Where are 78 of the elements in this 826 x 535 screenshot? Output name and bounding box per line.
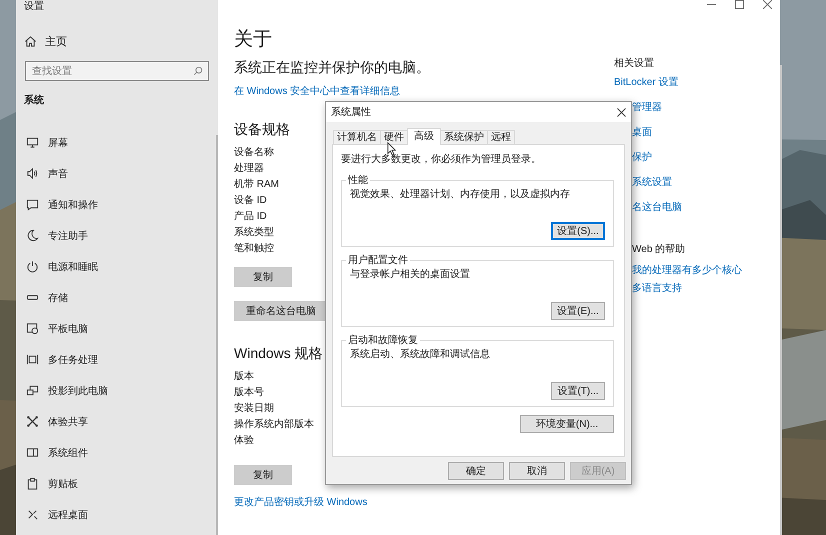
spec-label: 版本 xyxy=(234,370,255,384)
security-link[interactable]: 在 Windows 安全中心中查看详细信息 xyxy=(234,85,400,99)
sidebar-item[interactable]: 存储 xyxy=(26,282,68,313)
spec-label: 系统类型 xyxy=(234,226,275,240)
related-link[interactable]: BitLocker 设置 xyxy=(614,76,678,90)
spec-label: 设备 ID xyxy=(234,194,268,208)
dialog-title: 系统属性 xyxy=(331,106,371,119)
dialog-button[interactable]: 取消 xyxy=(509,462,565,480)
group-description: 视觉效果、处理器计划、内存使用，以及虚拟内存 xyxy=(350,188,571,202)
tab[interactable]: 计算机名 xyxy=(333,130,381,144)
spec-label: 安装日期 xyxy=(234,402,275,416)
home-icon xyxy=(24,34,37,48)
power-icon xyxy=(26,260,39,273)
sidebar-item[interactable]: 声音 xyxy=(26,158,68,189)
sidebar-item[interactable]: 多任务处理 xyxy=(26,344,98,375)
speaker-icon xyxy=(26,167,39,180)
settings-button[interactable]: 设置(E)... xyxy=(551,302,605,320)
multitask-icon xyxy=(26,353,39,366)
sidebar-item[interactable]: 远程桌面 xyxy=(26,499,88,530)
group-title: 用户配置文件 xyxy=(347,254,409,267)
share-icon xyxy=(26,415,39,428)
group-description: 与登录帐户相关的桌面设置 xyxy=(350,268,471,282)
notice-text: 要进行大多数更改，你必须作为管理员登录。 xyxy=(341,153,542,167)
tab[interactable]: 远程 xyxy=(487,130,515,144)
group-title: 启动和故障恢复 xyxy=(347,334,419,347)
spec-label: 笔和触控 xyxy=(234,242,275,256)
sidebar-item[interactable]: 屏幕 xyxy=(26,127,68,158)
action-button[interactable]: 重命名这台电脑 xyxy=(234,301,328,321)
spec-label: 操作系统内部版本 xyxy=(234,418,314,432)
section-title: 设备规格 xyxy=(234,120,290,139)
sidebar-item[interactable]: 体验共享 xyxy=(26,406,88,437)
projection-icon xyxy=(26,384,39,397)
home-link[interactable]: 主页 xyxy=(24,33,67,49)
moon-icon xyxy=(26,229,39,242)
copy-button[interactable]: 复制 xyxy=(234,465,292,485)
tab[interactable]: 系统保护 xyxy=(440,130,488,144)
group-title: 性能 xyxy=(346,174,369,187)
section-heading: 系统 xyxy=(24,94,45,107)
sidebar-item[interactable]: 投影到此电脑 xyxy=(26,375,108,406)
clipboard-icon xyxy=(26,477,39,490)
spec-label: 版本号 xyxy=(234,386,265,400)
search-field[interactable]: 查找设置 xyxy=(25,61,209,81)
sidebar-item[interactable]: 专注助手 xyxy=(26,220,88,251)
spec-label: 产品 ID xyxy=(234,210,268,224)
sidebar-item[interactable]: 平板电脑 xyxy=(26,313,88,344)
tab[interactable]: 高级 xyxy=(407,128,441,145)
sidebar-item[interactable]: 电源和睡眠 xyxy=(26,251,98,282)
related-heading: 相关设置 xyxy=(614,57,654,71)
close-icon[interactable] xyxy=(763,0,772,9)
spec-label: 处理器 xyxy=(234,162,265,176)
search-icon xyxy=(193,66,203,76)
help-heading: Web 的帮助 xyxy=(631,243,686,257)
section-title: Windows 规格 xyxy=(234,344,323,363)
sidebar-item[interactable]: 通知和操作 xyxy=(26,189,98,220)
settings-button[interactable]: 设置(T)... xyxy=(551,382,605,400)
tablet-icon xyxy=(26,322,39,335)
page-title: 关于 xyxy=(234,28,272,52)
maximize-icon[interactable] xyxy=(735,0,744,9)
upgrade-link[interactable]: 更改产品密钥或升级 Windows xyxy=(234,496,368,510)
action-button[interactable]: 复制 xyxy=(234,267,292,287)
window-title: 设置 xyxy=(24,0,45,14)
close-icon[interactable] xyxy=(617,108,626,116)
dialog-button[interactable]: 确定 xyxy=(448,462,504,480)
spec-label: 机带 RAM xyxy=(234,178,279,192)
monitor-icon xyxy=(26,136,39,149)
home-label: 主页 xyxy=(45,34,67,48)
status-text: 系统正在监控并保护你的电脑。 xyxy=(234,58,430,76)
spec-label: 设备名称 xyxy=(234,146,275,160)
environment-button[interactable]: 环境变量(N)... xyxy=(520,415,614,433)
spec-label: 体验 xyxy=(234,434,255,448)
sidebar-item[interactable]: 剪贴板 xyxy=(26,468,78,499)
sidebar-item[interactable]: 系统组件 xyxy=(26,437,88,468)
tab[interactable]: 硬件 xyxy=(380,130,408,144)
settings-button[interactable]: 设置(S)... xyxy=(551,222,605,240)
message-icon xyxy=(26,198,39,211)
component-icon xyxy=(26,446,39,459)
remote-icon xyxy=(26,508,39,521)
group-description: 系统启动、系统故障和调试信息 xyxy=(350,348,491,362)
